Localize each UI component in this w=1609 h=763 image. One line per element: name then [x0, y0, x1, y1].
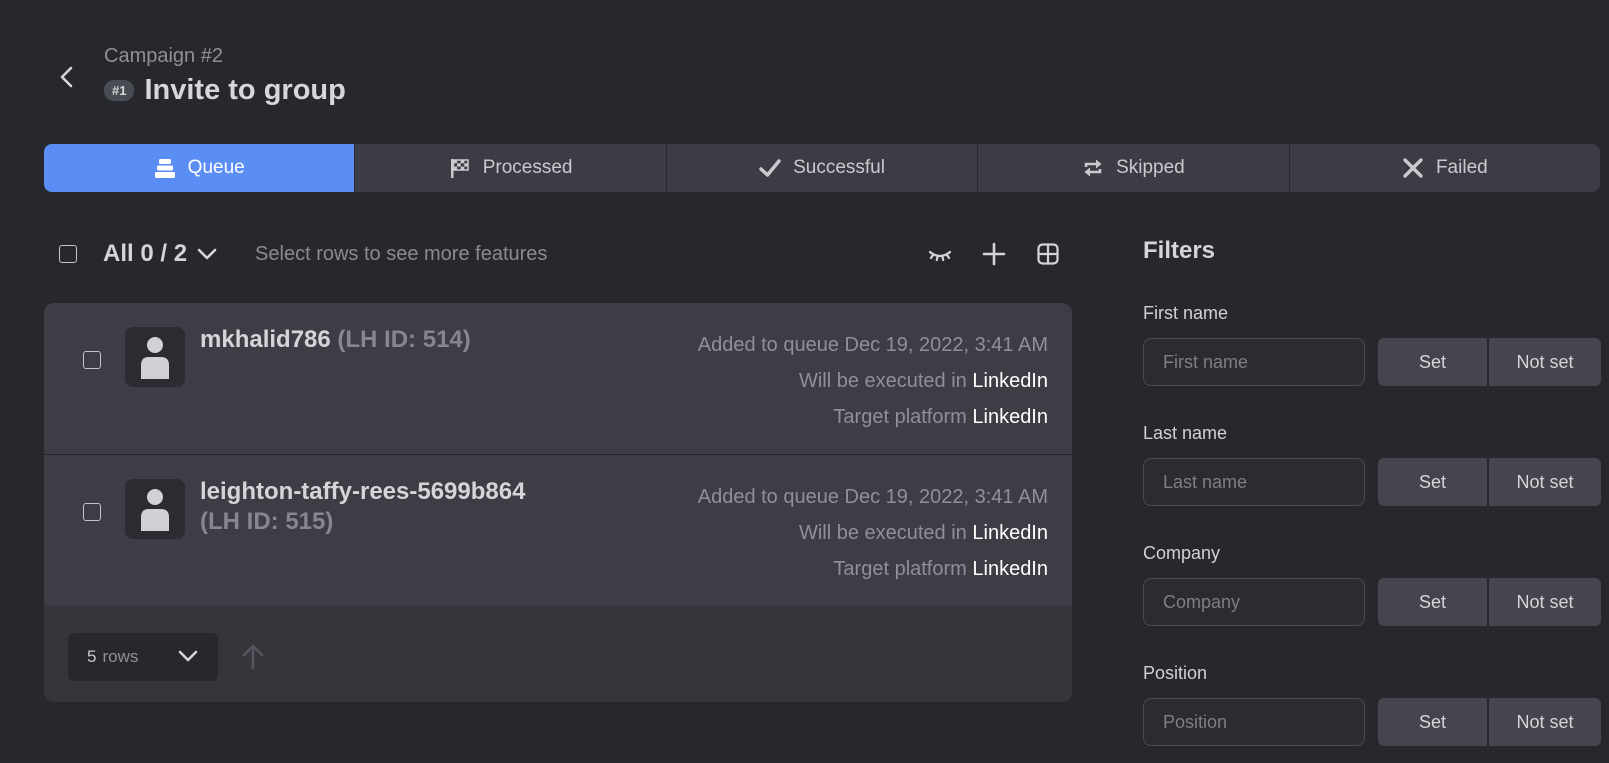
row-name: mkhalid786 (LH ID: 514): [200, 325, 560, 355]
profile-name[interactable]: mkhalid786: [200, 326, 331, 353]
not-set-button[interactable]: Not set: [1487, 578, 1601, 626]
position-input[interactable]: [1143, 698, 1365, 746]
tab-successful[interactable]: Successful: [665, 144, 978, 192]
lh-id: (LH ID: 514): [337, 326, 471, 353]
campaign-label: Campaign #2: [104, 45, 223, 67]
not-set-button[interactable]: Not set: [1487, 698, 1601, 746]
target-line: Target platform LinkedIn: [698, 399, 1048, 435]
chevron-left-icon: [60, 66, 73, 88]
target-prefix: Target platform: [833, 406, 967, 428]
rows-label: rows: [102, 647, 139, 666]
last-name-input[interactable]: [1143, 458, 1365, 506]
toolbar-actions: [928, 242, 1072, 266]
avatar: [125, 327, 185, 387]
filters-title: Filters: [1143, 237, 1216, 264]
tab-label: Processed: [482, 157, 573, 178]
filter-label: Company: [1143, 543, 1221, 563]
not-set-button[interactable]: Not set: [1487, 338, 1601, 386]
tab-skipped[interactable]: Skipped: [977, 144, 1289, 192]
filter-company: Company Set Not set: [1143, 543, 1601, 626]
filter-label: Last name: [1143, 423, 1228, 443]
chevron-down-icon: [197, 248, 217, 260]
tab-label: Failed: [1435, 157, 1488, 178]
executed-platform: LinkedIn: [972, 370, 1048, 392]
lh-id: (LH ID: 515): [200, 508, 334, 535]
filter-label: Position: [1143, 663, 1208, 683]
filter-first-name: First name Set Not set: [1143, 303, 1601, 386]
list-toolbar: All 0 / 2 Select rows to see more featur…: [44, 232, 1072, 276]
filter-last-name: Last name Set Not set: [1143, 423, 1601, 506]
tab-processed[interactable]: Processed: [354, 144, 666, 192]
filter-controls: Set Not set: [1143, 698, 1601, 746]
set-toggle: Set Not set: [1378, 578, 1601, 626]
added-date: Added to queue Dec 19, 2022, 3:41 AM: [697, 334, 1048, 356]
tab-label: Successful: [793, 157, 885, 178]
hide-eye-icon[interactable]: [928, 242, 952, 266]
arrow-up-icon[interactable]: [240, 643, 266, 671]
executed-prefix: Will be executed in: [798, 522, 967, 544]
row-checkbox[interactable]: [83, 503, 101, 521]
x-icon: [1402, 157, 1424, 179]
row-checkbox[interactable]: [83, 351, 101, 369]
set-toggle: Set Not set: [1378, 698, 1601, 746]
table-row[interactable]: mkhalid786 (LH ID: 514) Added to queue D…: [44, 303, 1072, 455]
avatar: [125, 479, 185, 539]
filter-controls: Set Not set: [1143, 458, 1601, 506]
filter-label: First name: [1143, 303, 1229, 323]
columns-grid-icon[interactable]: [1036, 242, 1060, 266]
target-platform: LinkedIn: [972, 558, 1048, 580]
rows-per-page-select[interactable]: 5 rows: [68, 633, 218, 681]
set-button[interactable]: Set: [1378, 458, 1487, 506]
swap-arrows-icon: [1082, 157, 1104, 179]
target-platform: LinkedIn: [972, 406, 1048, 428]
selection-dropdown[interactable]: All 0 / 2: [103, 240, 217, 268]
title-row: #1 Invite to group: [104, 74, 346, 107]
list-footer: 5 rows: [44, 606, 1072, 702]
executed-platform: LinkedIn: [972, 522, 1048, 544]
filter-position: Position Set Not set: [1143, 663, 1601, 746]
page-title: Invite to group: [144, 74, 346, 106]
executed-prefix: Will be executed in: [798, 370, 967, 392]
profile-name[interactable]: leighton-taffy-rees-5699b864: [200, 478, 525, 505]
not-set-button[interactable]: Not set: [1487, 458, 1601, 506]
chevron-down-icon: [178, 650, 198, 662]
company-input[interactable]: [1143, 578, 1365, 626]
status-tabs: Queue Processed Successful Skipped Faile…: [44, 144, 1600, 192]
set-toggle: Set Not set: [1378, 338, 1601, 386]
row-name: leighton-taffy-rees-5699b864 (LH ID: 515…: [200, 477, 560, 537]
set-button[interactable]: Set: [1378, 578, 1487, 626]
row-meta: Added to queue Dec 19, 2022, 3:41 AM Wil…: [698, 327, 1048, 435]
tab-failed[interactable]: Failed: [1288, 144, 1600, 192]
selection-count: All 0 / 2: [103, 240, 188, 267]
executed-in-line: Will be executed in LinkedIn: [698, 515, 1048, 551]
checkmark-icon: [759, 157, 781, 179]
select-all-checkbox[interactable]: [59, 245, 77, 263]
target-line: Target platform LinkedIn: [698, 551, 1048, 587]
first-name-input[interactable]: [1143, 338, 1365, 386]
user-icon: [141, 489, 169, 531]
executed-in-line: Will be executed in LinkedIn: [698, 363, 1048, 399]
checkered-flag-icon: [449, 157, 471, 179]
set-button[interactable]: Set: [1378, 338, 1487, 386]
filter-controls: Set Not set: [1143, 578, 1601, 626]
user-icon: [141, 337, 169, 379]
added-date: Added to queue Dec 19, 2022, 3:41 AM: [697, 486, 1048, 508]
target-prefix: Target platform: [833, 558, 967, 580]
queue-list: mkhalid786 (LH ID: 514) Added to queue D…: [44, 303, 1072, 702]
tab-label: Queue: [187, 157, 245, 178]
back-button[interactable]: [52, 60, 82, 94]
queue-stack-icon: [154, 157, 176, 179]
set-toggle: Set Not set: [1378, 458, 1601, 506]
add-icon[interactable]: [982, 242, 1006, 266]
table-row[interactable]: leighton-taffy-rees-5699b864 (LH ID: 515…: [44, 455, 1072, 607]
tab-queue[interactable]: Queue: [44, 144, 355, 192]
selection-hint: Select rows to see more features: [255, 242, 548, 265]
filter-controls: Set Not set: [1143, 338, 1601, 386]
rows-count: 5: [87, 647, 97, 666]
tab-label: Skipped: [1116, 157, 1185, 178]
row-meta: Added to queue Dec 19, 2022, 3:41 AM Wil…: [698, 479, 1048, 587]
step-badge: #1: [104, 80, 135, 101]
set-button[interactable]: Set: [1378, 698, 1487, 746]
